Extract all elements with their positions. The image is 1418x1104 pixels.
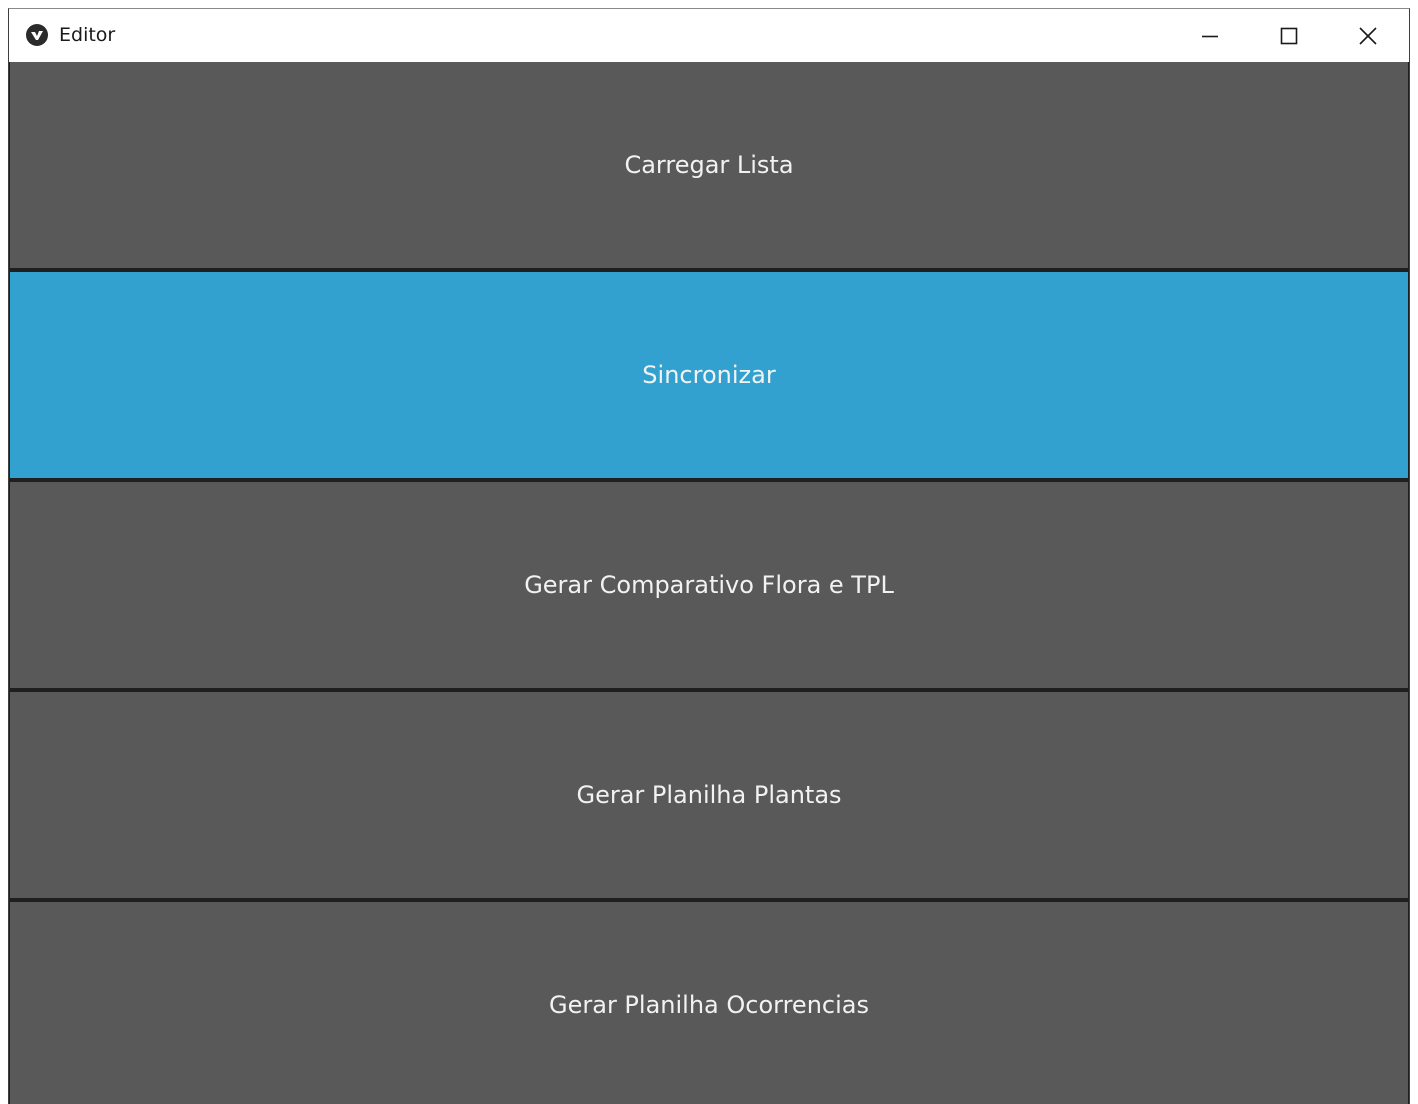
sincronizar-button[interactable]: Sincronizar — [10, 272, 1408, 478]
app-logo-icon — [25, 23, 49, 47]
button-stack: Carregar Lista Sincronizar Gerar Compara… — [9, 62, 1409, 1104]
button-label: Gerar Comparativo Flora e TPL — [524, 571, 894, 599]
carregar-lista-button[interactable]: Carregar Lista — [10, 62, 1408, 268]
gerar-comparativo-button[interactable]: Gerar Comparativo Flora e TPL — [10, 482, 1408, 688]
window-title: Editor — [59, 24, 116, 46]
gerar-planilha-ocorrencias-button[interactable]: Gerar Planilha Ocorrencias — [10, 902, 1408, 1104]
app-window: Editor Carregar Lista Sincronizar Gerar … — [8, 8, 1410, 1104]
title-bar[interactable]: Editor — [9, 9, 1409, 62]
gerar-planilha-plantas-button[interactable]: Gerar Planilha Plantas — [10, 692, 1408, 898]
maximize-icon — [1279, 26, 1299, 46]
minimize-icon — [1200, 26, 1220, 46]
button-label: Gerar Planilha Plantas — [576, 781, 842, 809]
button-label: Gerar Planilha Ocorrencias — [549, 991, 869, 1019]
close-button[interactable] — [1329, 9, 1407, 62]
maximize-button[interactable] — [1250, 9, 1328, 62]
minimize-button[interactable] — [1171, 9, 1249, 62]
button-label: Sincronizar — [642, 361, 776, 389]
close-icon — [1358, 26, 1378, 46]
button-label: Carregar Lista — [624, 151, 794, 179]
